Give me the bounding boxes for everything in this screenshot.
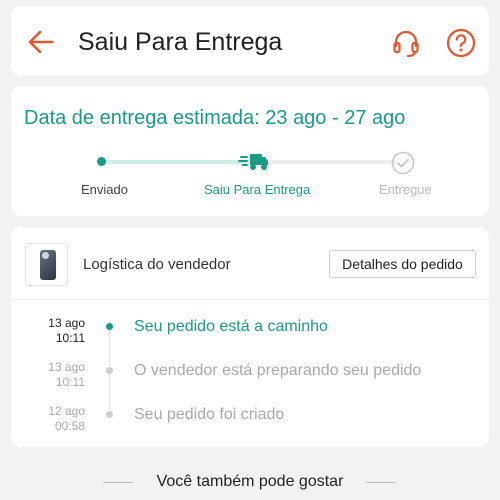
step-label-shipped: Enviado <box>81 182 128 197</box>
divider <box>11 299 489 300</box>
camera-dot <box>42 252 49 259</box>
event-time: 00:58 <box>54 419 85 433</box>
header-bar: Saiu Para Entrega <box>11 6 489 76</box>
logistics-card: Logística do vendedor Detalhes do pedido… <box>11 227 489 447</box>
event-text: Seu pedido foi criado <box>134 406 285 423</box>
support-button[interactable] <box>390 27 422 59</box>
phone-thumbnail-icon <box>40 250 56 280</box>
timeline-event: 12 ago 00:58 Seu pedido foi criado <box>11 404 489 440</box>
step-label-out-for-delivery: Saiu Para Entrega <box>204 182 311 197</box>
headset-icon <box>393 30 419 58</box>
estimated-delivery-date: Data de entrega estimada: 23 ago - 27 ag… <box>24 107 406 129</box>
shipped-step-dot-icon <box>97 157 106 166</box>
question-circle-icon <box>446 28 476 58</box>
logistics-label: Logística do vendedor <box>83 256 231 273</box>
event-date: 12 ago <box>48 404 85 418</box>
event-text: O vendedor está preparando seu pedido <box>134 362 422 379</box>
back-button[interactable] <box>25 26 57 58</box>
event-date: 13 ago <box>48 360 85 374</box>
check-circle-icon <box>391 151 415 175</box>
delivery-status-card: Data de entrega estimada: 23 ago - 27 ag… <box>11 86 489 216</box>
divider-right <box>366 482 396 483</box>
step-label-delivered: Entregue <box>379 182 432 197</box>
recommendations-title: Você também pode gostar <box>156 473 344 490</box>
help-button[interactable] <box>445 27 477 59</box>
arrow-left-icon <box>28 30 54 54</box>
product-thumbnail[interactable] <box>25 243 68 286</box>
event-time: 10:11 <box>55 375 85 389</box>
timeline-event: 13 ago 10:11 Seu pedido está a caminho <box>11 316 489 352</box>
timeline-dot-icon <box>106 367 113 374</box>
event-text: Seu pedido está a caminho <box>134 318 328 335</box>
delivery-progress-fill <box>101 160 249 164</box>
order-details-button[interactable]: Detalhes do pedido <box>329 250 476 278</box>
timeline-dot-icon <box>106 323 113 330</box>
page-title: Saiu Para Entrega <box>78 28 283 56</box>
timeline-dot-icon <box>106 411 113 418</box>
timeline-event: 13 ago 10:11 O vendedor está preparando … <box>11 360 489 396</box>
event-date: 13 ago <box>48 316 85 330</box>
event-time: 10:11 <box>55 331 85 345</box>
truck-icon <box>238 149 268 173</box>
